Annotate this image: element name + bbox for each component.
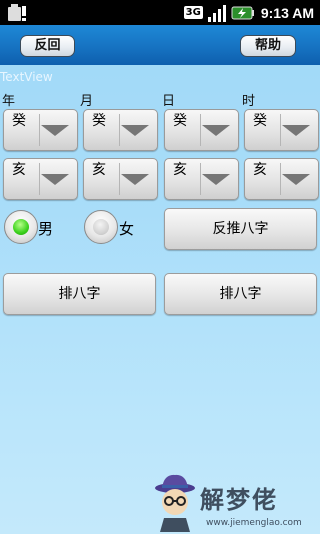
spinner-value: 亥 (253, 162, 267, 178)
spinner-value: 癸 (92, 113, 106, 129)
paibazi-button-left[interactable]: 排八字 (3, 273, 156, 315)
month-branch-spinner[interactable]: 亥 (83, 158, 158, 200)
signal-icon (207, 4, 226, 22)
year-branch-spinner[interactable]: 亥 (3, 158, 78, 200)
hour-branch-spinner[interactable]: 亥 (244, 158, 319, 200)
dropdown-arrow-icon (202, 174, 230, 185)
battery-icon (231, 6, 254, 19)
spinner-value: 亥 (173, 162, 187, 178)
hour-label: 时 (242, 94, 256, 109)
day-stem-spinner[interactable]: 癸 (164, 109, 239, 151)
textview-label: TextView (0, 70, 53, 84)
back-button[interactable]: 反回 (20, 35, 75, 57)
dropdown-arrow-icon (41, 125, 69, 136)
mascot-logo-icon (155, 474, 195, 532)
spinner-value: 亥 (92, 162, 106, 178)
month-stem-spinner[interactable]: 癸 (83, 109, 158, 151)
dropdown-arrow-icon (202, 125, 230, 136)
dropdown-arrow-icon (282, 125, 310, 136)
title-bar: 反回 帮助 (0, 25, 320, 65)
network-type: 3G (183, 6, 203, 19)
female-label: 女 (119, 220, 135, 238)
spinner-value: 癸 (12, 113, 26, 129)
month-label: 月 (80, 94, 94, 109)
year-stem-spinner[interactable]: 癸 (3, 109, 78, 151)
spinner-value: 癸 (253, 113, 267, 129)
year-label: 年 (2, 94, 16, 109)
female-radio[interactable] (84, 210, 118, 244)
help-button[interactable]: 帮助 (240, 35, 296, 57)
male-radio[interactable] (4, 210, 38, 244)
paibazi-button-right[interactable]: 排八字 (164, 273, 317, 315)
day-branch-spinner[interactable]: 亥 (164, 158, 239, 200)
dropdown-arrow-icon (282, 174, 310, 185)
spinner-value: 亥 (12, 162, 26, 178)
sim-alert-icon (8, 4, 26, 21)
dropdown-arrow-icon (121, 125, 149, 136)
hour-stem-spinner[interactable]: 癸 (244, 109, 319, 151)
spinner-value: 癸 (173, 113, 187, 129)
watermark-title: 解梦佬 (200, 486, 278, 514)
dropdown-arrow-icon (41, 174, 69, 185)
male-label: 男 (38, 220, 54, 238)
clock: 9:13 AM (260, 4, 314, 21)
day-label: 日 (162, 94, 176, 109)
radio-selected-indicator (13, 219, 29, 235)
watermark: 解梦佬 www.jiemenglao.com (150, 474, 320, 534)
dropdown-arrow-icon (121, 174, 149, 185)
reverse-bazi-button[interactable]: 反推八字 (164, 208, 317, 250)
watermark-url: www.jiemenglao.com (206, 518, 302, 528)
radio-unselected-indicator (93, 219, 109, 235)
status-bar: 3G 9:13 AM (0, 0, 320, 25)
